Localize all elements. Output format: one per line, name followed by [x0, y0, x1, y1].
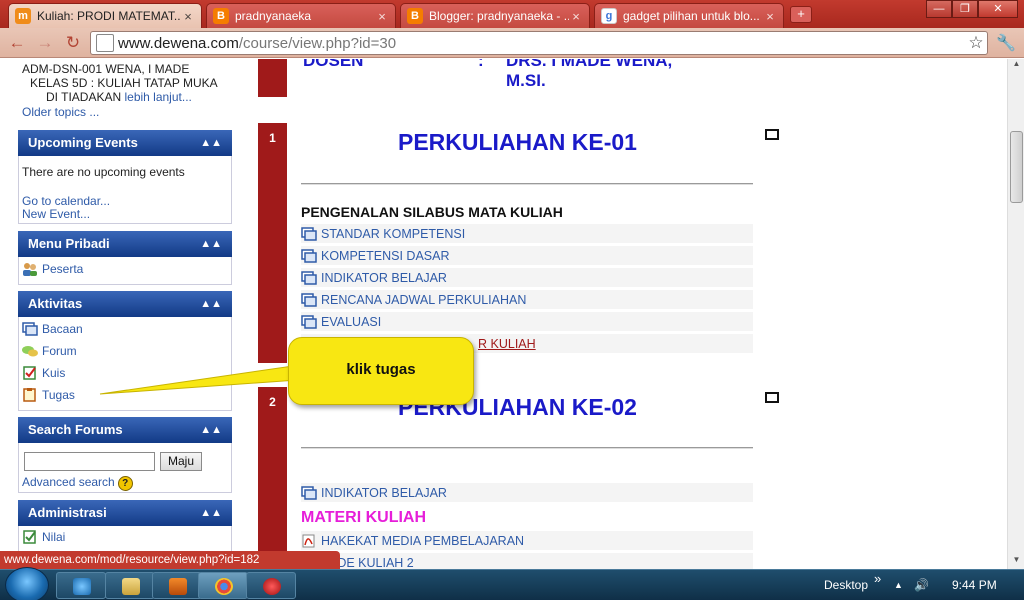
- close-icon[interactable]: ×: [763, 9, 777, 24]
- close-icon[interactable]: ×: [181, 9, 195, 24]
- start-button[interactable]: [5, 567, 49, 600]
- pdf-icon: [302, 534, 315, 547]
- advanced-search-link[interactable]: Advanced search: [22, 475, 115, 489]
- status-bar: www.dewena.com/mod/resource/view.php?id=…: [0, 551, 340, 569]
- highlight-toggle[interactable]: [765, 392, 779, 403]
- tab-blogger[interactable]: B Blogger: pradnyanaeka - ... ×: [400, 3, 590, 28]
- address-bar[interactable]: www.dewena.com/course/view.php?id=30 ☆: [90, 31, 988, 55]
- resource-row[interactable]: HAKEKAT MEDIA PEMBELAJARAN: [301, 531, 753, 550]
- tab-pradnyanaeka[interactable]: B pradnyanaeka ×: [206, 3, 396, 28]
- taskbar-app[interactable]: [246, 572, 296, 599]
- grades-icon: [23, 530, 36, 544]
- toolbar-chevron-icon[interactable]: »: [874, 563, 881, 594]
- callout-tooltip: klik tugas: [288, 337, 474, 405]
- folder-icon: [122, 578, 140, 595]
- wrench-menu-icon[interactable]: 🔧: [994, 33, 1018, 53]
- search-button[interactable]: Maju: [160, 452, 202, 471]
- taskbar-explorer[interactable]: [105, 572, 155, 599]
- help-icon[interactable]: ?: [117, 476, 133, 491]
- url-domain: www.dewena.com: [118, 34, 239, 52]
- tab-label: Blogger: pradnyanaeka - ...: [429, 9, 569, 23]
- tab-kuliah[interactable]: m Kuliah: PRODI MATEMAT... ×: [8, 3, 202, 28]
- app-icon: [263, 578, 281, 595]
- materi-heading: MATERI KULIAH: [301, 509, 427, 526]
- administrasi-header[interactable]: Administrasi ▲▲: [18, 500, 232, 526]
- desktop-toolbar-label[interactable]: Desktop: [824, 570, 868, 600]
- minimize-icon[interactable]: —: [926, 0, 952, 18]
- advanced-search-row: Advanced search?: [22, 475, 133, 491]
- tab-strip: m Kuliah: PRODI MATEMAT... × B pradnyana…: [0, 0, 1024, 28]
- tab-gadget[interactable]: g gadget pilihan untuk blo... ×: [594, 3, 784, 28]
- url-text[interactable]: www.dewena.com/course/view.php?id=30: [118, 35, 965, 52]
- search-forums-header[interactable]: Search Forums ▲▲: [18, 417, 232, 443]
- bookmark-star-icon[interactable]: ☆: [965, 33, 987, 53]
- tab-label: pradnyanaeka: [235, 9, 312, 23]
- scroll-down-icon[interactable]: ▼: [1008, 555, 1024, 569]
- url-path: /course/view.php?id=30: [238, 34, 397, 52]
- collapse-icon[interactable]: ▲▲: [200, 500, 222, 526]
- clock[interactable]: 9:44 PM: [952, 570, 997, 600]
- block-title: Search Forums: [28, 422, 123, 437]
- media-player-icon: [169, 578, 187, 595]
- chrome-icon: [215, 578, 233, 595]
- block-title: Administrasi: [28, 505, 107, 520]
- scroll-thumb[interactable]: [1010, 131, 1023, 203]
- highlight-toggle[interactable]: [765, 129, 779, 140]
- reload-icon[interactable]: ↻: [62, 33, 84, 53]
- close-icon[interactable]: ×: [569, 9, 583, 24]
- resource-row[interactable]: EDE KULIAH 2: [301, 553, 753, 569]
- back-icon[interactable]: ←: [6, 33, 28, 53]
- dosen-name: DRS. I MADE WENA,: [506, 59, 673, 70]
- new-tab-button[interactable]: +: [790, 6, 812, 23]
- dosen-name-2: M.SI.: [506, 71, 546, 90]
- taskbar-media[interactable]: [152, 572, 202, 599]
- blogger-icon: B: [407, 8, 423, 24]
- close-icon[interactable]: ×: [375, 9, 389, 24]
- vertical-scrollbar[interactable]: ▲ ▼: [1007, 59, 1024, 569]
- tab-label: gadget pilihan untuk blo...: [623, 9, 760, 23]
- page-content: ADM-DSN-001 WENA, I MADE KELAS 5D : KULI…: [0, 59, 1007, 569]
- google-icon: g: [601, 8, 617, 24]
- moodle-icon: m: [15, 8, 31, 24]
- scroll-up-icon[interactable]: ▲: [1008, 59, 1024, 73]
- taskbar-chrome[interactable]: [198, 572, 248, 599]
- page-icon: [96, 34, 114, 52]
- tray-arrow-icon[interactable]: ▲: [894, 570, 903, 600]
- browser-window: m Kuliah: PRODI MATEMAT... × B pradnyana…: [0, 0, 1024, 600]
- resource-label: EDE KULIAH 2: [329, 555, 414, 570]
- restore-icon[interactable]: ❐: [952, 0, 978, 18]
- nilai-link[interactable]: Nilai: [22, 530, 65, 544]
- blogger-icon: B: [213, 8, 229, 24]
- forward-icon[interactable]: →: [34, 33, 56, 53]
- window-controls: — ❐ ✕: [926, 0, 1018, 18]
- resource-label: INDIKATOR BELAJAR: [321, 485, 447, 500]
- resource-label: HAKEKAT MEDIA PEMBELAJARAN: [321, 533, 525, 548]
- close-window-icon[interactable]: ✕: [978, 0, 1018, 18]
- collapse-icon[interactable]: ▲▲: [200, 417, 222, 443]
- browser-toolbar: ← → ↻ www.dewena.com/course/view.php?id=…: [0, 28, 1024, 58]
- tab-label: Kuliah: PRODI MATEMAT...: [37, 9, 181, 23]
- ie-icon: [73, 578, 91, 595]
- resource-row[interactable]: INDIKATOR BELAJAR: [301, 483, 753, 502]
- item-label: Nilai: [42, 530, 66, 544]
- divider: [301, 447, 753, 449]
- resource-icon: [301, 485, 317, 500]
- taskbar-ie[interactable]: [56, 572, 106, 599]
- windows-taskbar: Desktop » ▲ 🔊 9:44 PM: [0, 567, 1024, 600]
- volume-icon[interactable]: 🔊: [914, 570, 929, 600]
- search-input[interactable]: [24, 452, 155, 471]
